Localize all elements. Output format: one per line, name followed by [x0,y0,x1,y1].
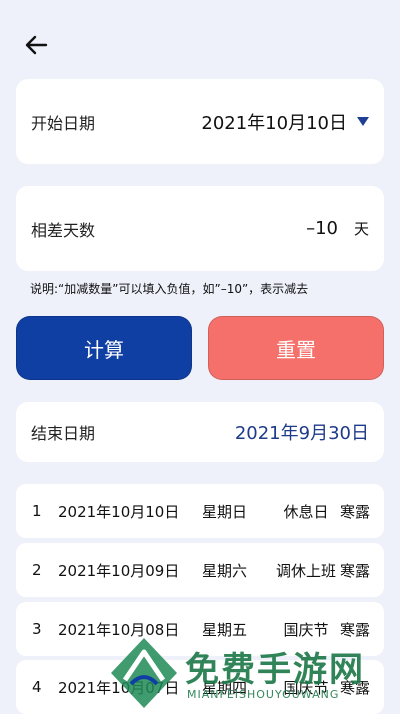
row-index: 3 [32,620,42,638]
back-button[interactable] [22,30,52,60]
row-date: 2021年10月08日 [58,620,180,639]
row-solar-term: 寒露 [339,561,370,580]
row-day-type: 国庆节 [283,678,329,697]
end-date-value: 2021年9月30日 [234,423,369,444]
list-item[interactable]: 3 2021年10月08日 星期五 国庆节 寒露 [16,602,384,656]
triangle-down-icon [357,117,369,126]
calculate-button[interactable]: 计算 [16,316,192,380]
end-date-label: 结束日期 [31,424,96,443]
row-weekday: 星期六 [202,561,248,580]
row-day-type: 调休上班 [275,561,336,580]
start-date-value: 2021年10月10日 [201,112,347,134]
list-item[interactable]: 2 2021年10月09日 星期六 调休上班 寒露 [16,543,384,597]
row-solar-term: 寒露 [339,678,370,697]
usage-note: 说明:“加减数量”可以填入负值，如”–10”，表示减去 [30,282,309,296]
day-difference-label: 相差天数 [31,220,96,240]
row-index: 1 [32,502,42,520]
start-date-picker[interactable]: 2021年10月10日 [201,109,369,135]
end-date-card: 结束日期 2021年9月30日 [16,402,384,462]
row-date: 2021年10月07日 [58,678,180,697]
row-weekday: 星期四 [202,678,248,697]
row-day-type: 国庆节 [283,620,329,639]
row-weekday: 星期五 [202,620,248,639]
list-item[interactable]: 1 2021年10月10日 星期日 休息日 寒露 [16,484,384,538]
row-date: 2021年10月09日 [58,561,180,580]
row-solar-term: 寒露 [339,502,370,521]
row-day-type: 休息日 [283,502,329,521]
row-index: 2 [32,561,42,579]
day-difference-input[interactable]: –10 [306,218,338,239]
reset-button[interactable]: 重置 [208,316,384,380]
day-difference-card: 相差天数 –10 天 [16,186,384,271]
day-unit-label: 天 [353,220,369,238]
row-date: 2021年10月10日 [58,502,180,521]
start-date-label: 开始日期 [31,113,96,133]
row-weekday: 星期日 [202,502,248,521]
start-date-card[interactable]: 开始日期 2021年10月10日 [16,79,384,164]
arrow-left-icon [25,35,48,55]
row-index: 4 [32,678,42,696]
list-item[interactable]: 4 2021年10月07日 星期四 国庆节 寒露 [16,660,384,714]
row-solar-term: 寒露 [339,620,370,639]
